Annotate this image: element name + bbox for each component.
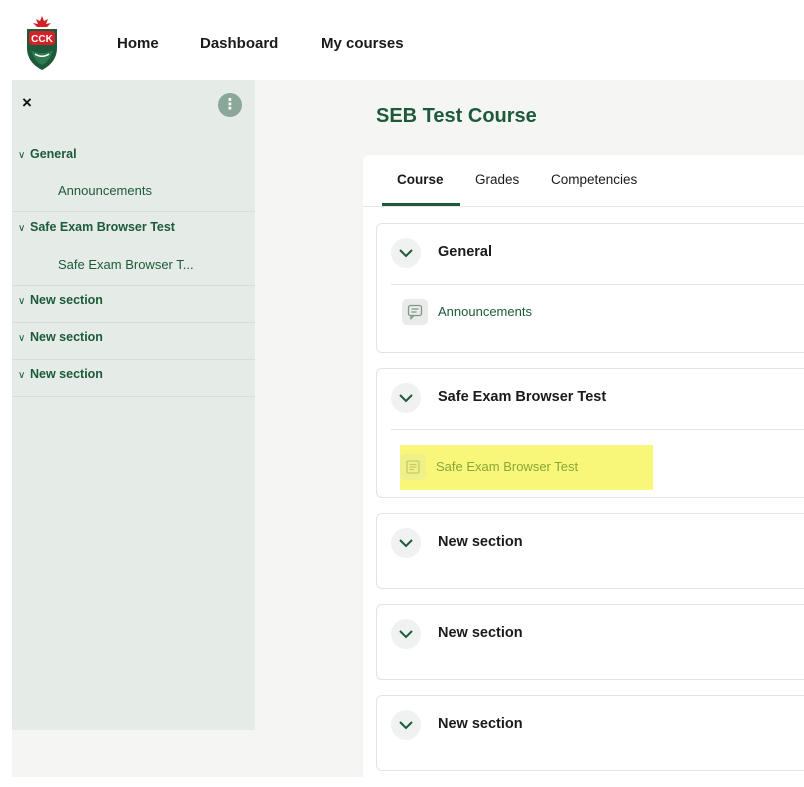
top-navbar: CCK Home Dashboard My courses [12,10,804,80]
section-toggle-button[interactable] [391,710,421,740]
section-card-new-3: New section [376,695,804,771]
nav-my-courses[interactable]: My courses [321,35,404,52]
page-frame: CCK Home Dashboard My courses × ⋮ ∨ Gener… [12,10,804,777]
quiz-icon [400,454,426,480]
section-title[interactable]: Safe Exam Browser Test [438,389,606,405]
chevron-down-icon [399,539,413,548]
drawer-item-announcements[interactable]: Announcements [58,183,152,198]
close-drawer-icon[interactable]: × [22,93,32,113]
drawer-section-label: New section [30,367,103,381]
section-card-general: General Announcements [376,223,804,353]
section-divider [391,284,804,285]
chevron-down-icon [399,249,413,258]
drawer-divider [12,322,255,323]
forum-icon [402,299,428,325]
drawer-section-label: New section [30,293,103,307]
tab-grades[interactable]: Grades [475,172,519,187]
drawer-section-new-2[interactable]: ∨ New section [18,330,103,344]
chevron-down-icon: ∨ [18,333,26,344]
section-divider [391,429,804,430]
activity-label: Announcements [438,304,532,319]
drawer-section-label: General [30,147,77,161]
tabs-divider [363,206,804,207]
drawer-section-label: New section [30,330,103,344]
logo-text: CCK [31,34,53,45]
chevron-down-icon [399,721,413,730]
drawer-section-new-3[interactable]: ∨ New section [18,367,103,381]
drawer-divider [12,211,255,212]
drawer-divider [12,396,255,397]
drawer-section-label: Safe Exam Browser Test [30,220,175,234]
tab-competencies[interactable]: Competencies [551,172,637,187]
section-toggle-button[interactable] [391,238,421,268]
drawer-divider [12,359,255,360]
chevron-down-icon [399,394,413,403]
site-logo[interactable]: CCK [24,14,60,72]
drawer-menu-icon[interactable]: ⋮ [218,93,242,117]
page-title: SEB Test Course [376,105,537,127]
chevron-down-icon [399,630,413,639]
section-toggle-button[interactable] [391,383,421,413]
nav-dashboard[interactable]: Dashboard [200,35,278,52]
activity-label: Safe Exam Browser Test [436,459,579,474]
chevron-down-icon: ∨ [18,296,26,307]
section-title[interactable]: General [438,244,492,260]
chevron-down-icon: ∨ [18,150,26,161]
drawer-section-new-1[interactable]: ∨ New section [18,293,103,307]
tab-course[interactable]: Course [397,172,444,187]
drawer-section-general[interactable]: ∨ General [18,147,77,161]
section-toggle-button[interactable] [391,619,421,649]
course-content: Course Grades Competencies General Annou… [363,155,804,777]
drawer-item-seb-test[interactable]: Safe Exam Browser T... [58,257,194,272]
section-title[interactable]: New section [438,625,523,641]
section-title[interactable]: New section [438,716,523,732]
drawer-divider [12,285,255,286]
section-toggle-button[interactable] [391,528,421,558]
chevron-down-icon: ∨ [18,223,26,234]
section-title[interactable]: New section [438,534,523,550]
chevron-down-icon: ∨ [18,370,26,381]
nav-home[interactable]: Home [117,35,159,52]
drawer-section-seb-test[interactable]: ∨ Safe Exam Browser Test [18,220,175,234]
activity-highlight: Safe Exam Browser Test [400,445,653,490]
course-index-drawer: × ⋮ ∨ General Announcements ∨ Safe Exam Br… [12,80,255,730]
section-card-new-1: New section [376,513,804,589]
section-card-new-2: New section [376,604,804,680]
